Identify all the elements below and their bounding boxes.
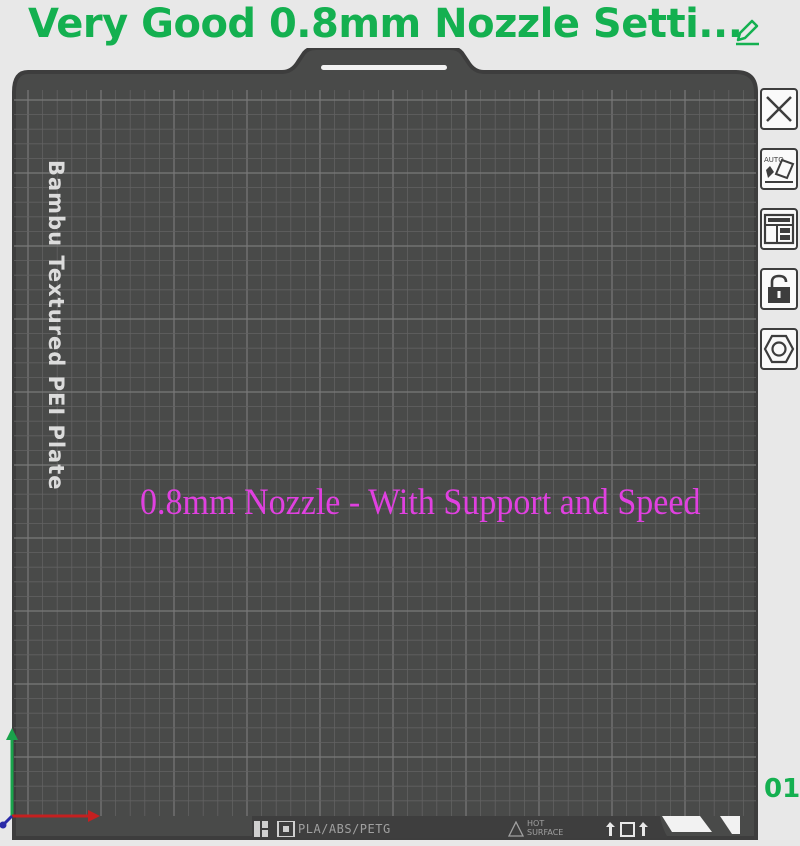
material-compatibility: PLA/ABS/PETG xyxy=(298,822,391,836)
arrange-button[interactable] xyxy=(760,208,798,250)
hot-surface-line1: HOT xyxy=(527,819,545,828)
bambu-logo-icon xyxy=(254,821,295,837)
hot-surface-warning: HOT SURFACE xyxy=(527,819,563,837)
lock-icon xyxy=(768,274,790,303)
plate-title-bar: Very Good 0.8mm Nozzle Setti... xyxy=(0,0,800,52)
plate-index: 01 xyxy=(764,774,800,804)
orientation-icon xyxy=(606,822,648,837)
lock-button[interactable] xyxy=(760,268,798,310)
close-button[interactable] xyxy=(760,88,798,130)
build-plate[interactable]: Bambu Textured PEI Plate 0.8mm Nozzle - … xyxy=(0,48,760,846)
auto-orient-icon: AUTO xyxy=(764,156,795,183)
arrange-icon xyxy=(763,213,795,245)
hot-surface-line2: SURFACE xyxy=(527,828,564,837)
close-icon xyxy=(766,96,792,122)
pencil-icon[interactable] xyxy=(733,18,761,46)
plate-type-label: Bambu Textured PEI Plate xyxy=(44,160,68,491)
object-name-label[interactable]: 0.8mm Nozzle - With Support and Speed xyxy=(140,481,701,524)
plate-settings-button[interactable] xyxy=(760,328,798,370)
plate-surface[interactable] xyxy=(0,48,760,846)
hex-nut-icon xyxy=(763,334,795,364)
warning-icon xyxy=(508,821,524,837)
plate-handle xyxy=(321,65,447,70)
axes-gizmo xyxy=(0,728,100,829)
plate-title[interactable]: Very Good 0.8mm Nozzle Setti... xyxy=(28,1,743,47)
auto-orient-button[interactable]: AUTO xyxy=(760,148,798,190)
